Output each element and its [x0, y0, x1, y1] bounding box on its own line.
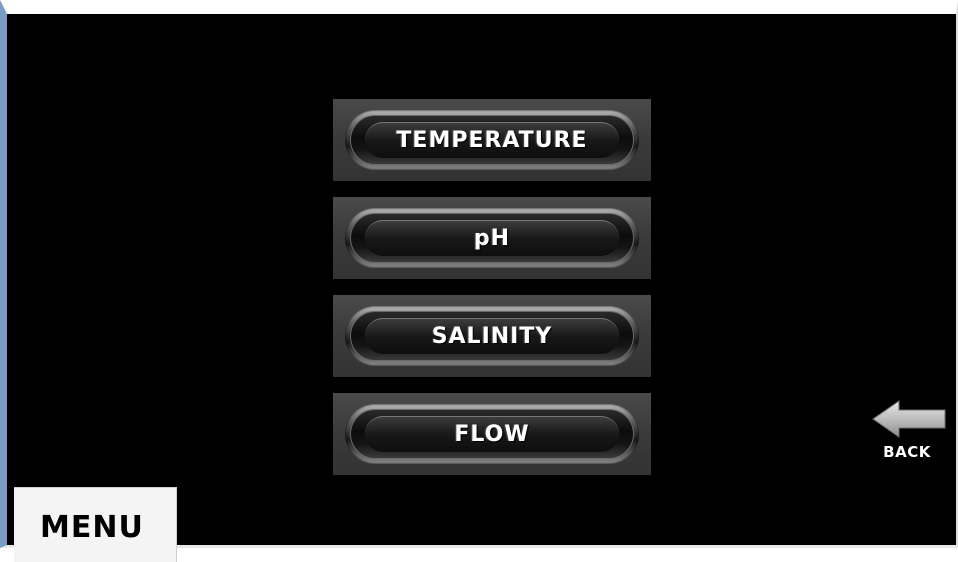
back-button[interactable]: BACK: [867, 399, 947, 469]
flow-button[interactable]: FLOW: [333, 393, 651, 475]
temperature-label: TEMPERATURE: [396, 127, 588, 153]
temperature-button[interactable]: TEMPERATURE: [333, 99, 651, 181]
hmi-screen: TEMPERATURE pH SALINITY FLOW BACK MENU: [0, 0, 958, 562]
menu-label: MENU: [40, 510, 144, 545]
salinity-label: SALINITY: [431, 323, 553, 349]
ph-button[interactable]: pH: [333, 197, 651, 279]
menu-button[interactable]: MENU: [14, 487, 177, 562]
back-label: BACK: [883, 443, 931, 461]
ph-label: pH: [473, 225, 511, 251]
arrow-left-icon: [872, 400, 946, 438]
flow-label: FLOW: [454, 421, 530, 447]
sensor-menu: TEMPERATURE pH SALINITY FLOW: [333, 99, 651, 491]
salinity-button[interactable]: SALINITY: [333, 295, 651, 377]
